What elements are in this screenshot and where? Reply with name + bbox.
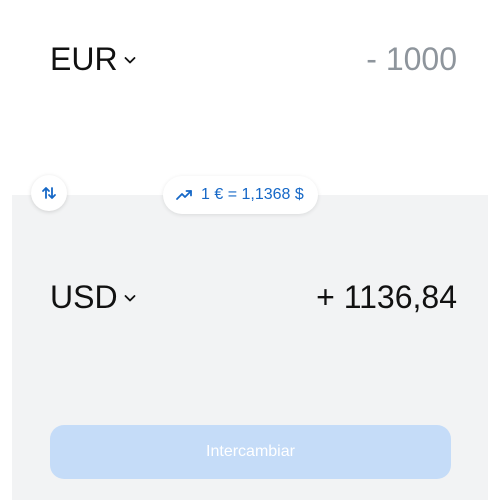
swap-button[interactable]	[31, 175, 67, 211]
to-currency-code: USD	[50, 278, 118, 315]
swap-vertical-icon	[42, 187, 56, 199]
to-amount-value: + 1136,84	[316, 278, 457, 315]
trending-up-icon	[176, 190, 192, 200]
chevron-down-icon	[124, 57, 135, 64]
exchange-rate-pill[interactable]: 1 € = 1,1368 $	[163, 176, 318, 214]
to-currency-selector[interactable]: USD	[50, 279, 138, 316]
exchange-button[interactable]: Intercambiar	[50, 425, 451, 479]
chevron-down-icon	[124, 295, 135, 302]
from-currency-selector[interactable]: EUR	[50, 41, 138, 78]
from-row: EUR - 1000	[50, 36, 457, 82]
exchange-screen: EUR - 1000 1 € = 1,1368 $ USD + 1136,84 …	[0, 0, 500, 500]
from-currency-code: EUR	[50, 40, 118, 77]
to-row: USD + 1136,84	[50, 274, 457, 320]
exchange-rate-text: 1 € = 1,1368 $	[201, 186, 304, 203]
from-amount-input[interactable]: - 1000	[366, 41, 457, 78]
